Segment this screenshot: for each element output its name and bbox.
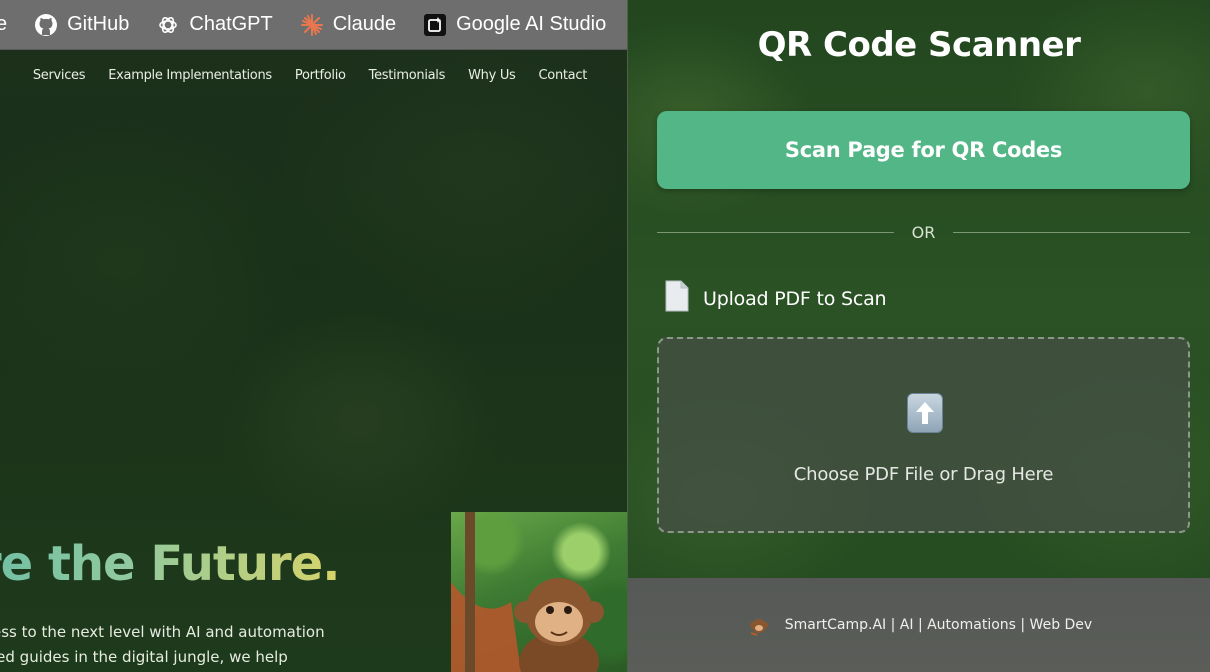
popup-footer: SmartCamp.AI | AI | Automations | Web De…	[628, 578, 1210, 672]
chatgpt-icon	[155, 12, 181, 38]
bookmark-label: e	[0, 13, 7, 36]
bookmark-github[interactable]: GitHub	[33, 12, 129, 38]
hero-title: re the Future.	[0, 536, 340, 592]
smartcamp-logo-icon	[747, 613, 771, 637]
bookmarks-bar: e GitHub ChatGPT	[0, 0, 627, 50]
upload-heading: Upload PDF to Scan	[665, 280, 887, 317]
bookmark-claude[interactable]: Claude	[299, 12, 396, 38]
website-background: e GitHub ChatGPT	[0, 0, 627, 672]
bookmark-chatgpt[interactable]: ChatGPT	[155, 12, 273, 38]
site-nav: Services Example Implementations Portfol…	[33, 68, 587, 83]
nav-portfolio[interactable]: Portfolio	[295, 68, 346, 83]
monkey-illustration	[451, 512, 627, 672]
document-icon	[665, 280, 689, 317]
or-divider: OR	[657, 221, 1190, 243]
bookmark-partial[interactable]: e	[0, 13, 7, 36]
nav-contact[interactable]: Contact	[539, 68, 588, 83]
hero-line: ess to the next level with AI and automa…	[0, 623, 325, 641]
popup-title: QR Code Scanner	[757, 25, 1081, 65]
qr-scanner-popup: QR Code Scanner Scan Page for QR Codes O…	[627, 0, 1210, 672]
hero-description: ess to the next level with AI and automa…	[0, 620, 325, 670]
divider-label: OR	[911, 222, 936, 242]
nav-services[interactable]: Services	[33, 68, 86, 83]
upload-heading-label: Upload PDF to Scan	[703, 287, 887, 310]
divider-line	[657, 231, 894, 233]
nav-testimonials[interactable]: Testimonials	[369, 68, 446, 83]
nav-example-implementations[interactable]: Example Implementations	[108, 68, 272, 83]
google-ai-studio-icon	[422, 12, 448, 38]
github-icon	[33, 12, 59, 38]
bookmark-label: ChatGPT	[189, 13, 273, 35]
bookmark-label: GitHub	[67, 13, 130, 35]
upload-arrow-icon	[907, 393, 943, 433]
footer-text: SmartCamp.AI | AI | Automations | Web De…	[784, 617, 1093, 633]
bookmark-google-ai-studio[interactable]: Google AI Studio	[422, 12, 606, 38]
dropzone-label: Choose PDF File or Drag Here	[793, 464, 1054, 485]
claude-icon	[299, 12, 325, 38]
nav-why-us[interactable]: Why Us	[468, 68, 516, 83]
bookmark-label: Claude	[332, 13, 397, 35]
bookmark-label: Google AI Studio	[456, 13, 607, 35]
divider-line	[953, 231, 1190, 233]
hero-line: led guides in the digital jungle, we hel…	[0, 648, 288, 666]
scan-page-button[interactable]: Scan Page for QR Codes	[657, 111, 1190, 189]
pdf-dropzone[interactable]: Choose PDF File or Drag Here	[657, 337, 1190, 533]
